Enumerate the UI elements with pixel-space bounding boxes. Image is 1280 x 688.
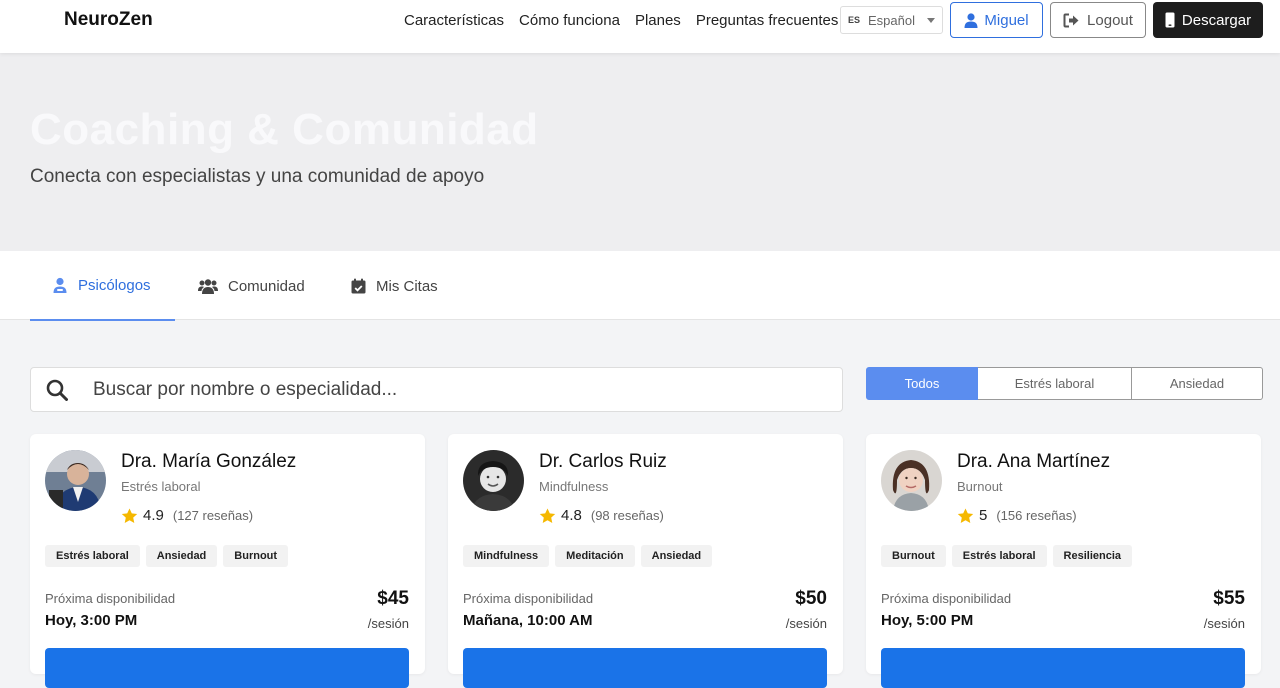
book-button[interactable] (45, 648, 409, 688)
language-label: Español (868, 12, 915, 28)
star-icon (957, 508, 974, 523)
availability-label: Próxima disponibilidad (881, 591, 1012, 606)
price: $50 (795, 588, 827, 609)
avatar (463, 450, 524, 511)
hero-title: Coaching & Comunidad (30, 105, 539, 154)
star-icon (539, 508, 556, 523)
star-icon (121, 508, 138, 523)
mobile-phone-icon (1165, 12, 1175, 28)
psychologist-specialty: Mindfulness (539, 479, 609, 494)
user-button[interactable]: Miguel (950, 2, 1043, 38)
search-icon (46, 379, 68, 401)
download-button[interactable]: Descargar (1153, 2, 1263, 38)
psychologist-name: Dra. María González (121, 451, 297, 472)
hero-section: Coaching & Comunidad Conecta con especia… (0, 53, 1280, 251)
nav-link-features[interactable]: Características (404, 12, 504, 29)
tag: Estrés laboral (45, 545, 140, 567)
avatar (45, 450, 106, 511)
tag: Burnout (881, 545, 946, 567)
tag: Mindfulness (463, 545, 550, 567)
language-code: ES (848, 15, 861, 25)
availability-label: Próxima disponibilidad (463, 591, 594, 606)
nav-link-how-it-works[interactable]: Cómo funciona (519, 12, 620, 29)
rating-value: 4.8 (561, 507, 582, 524)
nav-links: Características Cómo funciona Planes Pre… (404, 12, 838, 29)
logout-label: Logout (1087, 11, 1133, 29)
users-icon (198, 278, 218, 294)
rating: 5 (156 reseñas) (957, 507, 1077, 524)
tab-community-label: Comunidad (228, 277, 305, 295)
search-input[interactable] (93, 372, 833, 408)
tag-list: Estrés laboral Ansiedad Burnout (45, 545, 289, 567)
navbar: NeuroZen Características Cómo funciona P… (0, 0, 1280, 53)
review-count: (98 reseñas) (590, 508, 664, 523)
calendar-check-icon (351, 278, 366, 294)
rating-value: 5 (979, 507, 988, 524)
hero-subtitle: Conecta con especialistas y una comunida… (30, 166, 485, 187)
logout-icon (1063, 13, 1079, 27)
review-count: (156 reseñas) (996, 508, 1077, 523)
tag: Ansiedad (145, 545, 218, 567)
availability-value: Mañana, 10:00 AM (463, 612, 593, 629)
psychologist-card: Dr. Carlos Ruiz Mindfulness 4.8 (98 rese… (448, 434, 843, 688)
price-unit: /sesión (1203, 616, 1245, 631)
nav-link-faq[interactable]: Preguntas frecuentes (696, 12, 839, 29)
psychologist-icon (53, 277, 67, 293)
psychologist-specialty: Estrés laboral (121, 479, 201, 494)
tab-my-appointments-label: Mis Citas (376, 277, 438, 295)
availability-value: Hoy, 5:00 PM (881, 612, 974, 629)
tag: Burnout (223, 545, 289, 567)
user-icon (964, 12, 978, 28)
rating: 4.8 (98 reseñas) (539, 507, 664, 524)
psychologist-name: Dra. Ana Martínez (957, 451, 1111, 472)
tab-my-appointments[interactable]: Mis Citas (351, 251, 438, 321)
tag: Estrés laboral (951, 545, 1047, 567)
chevron-down-icon (927, 18, 935, 23)
psychologist-name: Dr. Carlos Ruiz (539, 451, 667, 472)
tab-psychologists-label: Psicólogos (78, 276, 151, 294)
price-unit: /sesión (367, 616, 409, 631)
availability-label: Próxima disponibilidad (45, 591, 176, 606)
rating-value: 4.9 (143, 507, 164, 524)
filter-anxiety[interactable]: Ansiedad (1132, 367, 1263, 400)
psychologist-card: Dra. María González Estrés laboral 4.9 (… (30, 434, 425, 688)
search-box (30, 367, 843, 412)
price: $55 (1213, 588, 1245, 609)
tag-list: Burnout Estrés laboral Resiliencia (881, 545, 1133, 567)
rating: 4.9 (127 reseñas) (121, 507, 253, 524)
nav-link-plans[interactable]: Planes (635, 12, 681, 29)
tag: Meditación (555, 545, 635, 567)
tabs-bar: Psicólogos Comunidad Mis Citas (0, 251, 1280, 321)
availability-value: Hoy, 3:00 PM (45, 612, 138, 629)
brand-logo[interactable]: NeuroZen (64, 9, 153, 31)
tag: Resiliencia (1052, 545, 1133, 567)
logout-button[interactable]: Logout (1050, 2, 1146, 38)
filter-group: Todos Estrés laboral Ansiedad (866, 367, 1263, 400)
price-unit: /sesión (785, 616, 827, 631)
review-count: (127 reseñas) (172, 508, 254, 523)
avatar (881, 450, 942, 511)
download-label: Descargar (1181, 11, 1252, 29)
filter-work-stress[interactable]: Estrés laboral (978, 367, 1132, 400)
user-label: Miguel (984, 11, 1029, 29)
psychologist-specialty: Burnout (957, 479, 1003, 494)
tab-community[interactable]: Comunidad (198, 251, 305, 321)
language-select[interactable]: ES Español (840, 6, 943, 34)
tab-psychologists[interactable]: Psicólogos (30, 251, 175, 321)
tag-list: Mindfulness Meditación Ansiedad (463, 545, 713, 567)
book-button[interactable] (463, 648, 827, 688)
psychologist-card: Dra. Ana Martínez Burnout 5 (156 reseñas… (866, 434, 1261, 688)
price: $45 (377, 588, 409, 609)
tag: Ansiedad (640, 545, 713, 567)
filter-all[interactable]: Todos (866, 367, 978, 400)
book-button[interactable] (881, 648, 1245, 688)
